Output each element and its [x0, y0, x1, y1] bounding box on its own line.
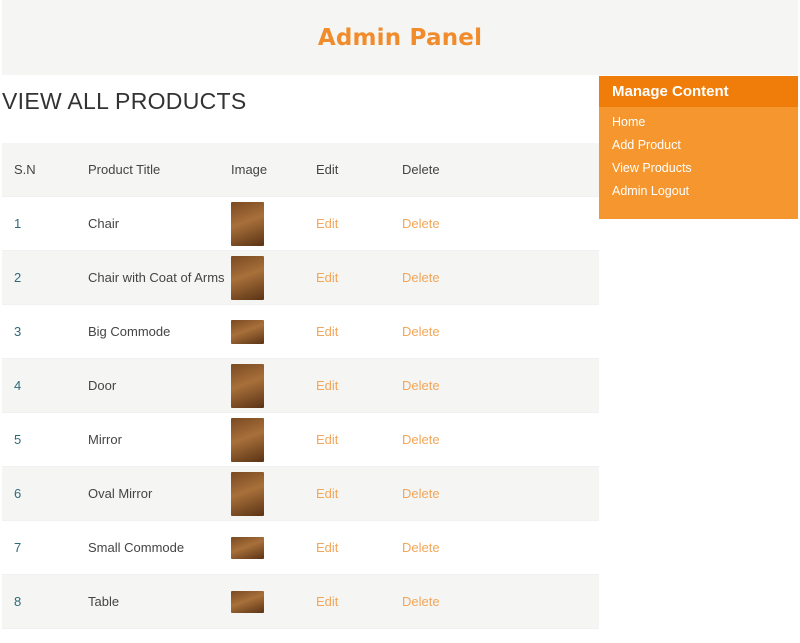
edit-link[interactable]: Edit	[316, 216, 402, 231]
edit-link[interactable]: Edit	[316, 594, 402, 609]
row-sn: 7	[14, 540, 22, 555]
table-row: 8 Table Edit Delete	[2, 575, 599, 629]
delete-link[interactable]: Delete	[402, 594, 522, 609]
row-title: Chair with Coat of Arms	[88, 270, 225, 285]
row-sn: 8	[14, 594, 22, 609]
column-header-sn: S.N	[14, 162, 36, 177]
column-header-image: Image	[231, 162, 268, 177]
row-title: Oval Mirror	[88, 486, 153, 501]
product-image	[231, 417, 264, 462]
edit-link[interactable]: Edit	[316, 378, 402, 393]
sidebar-menu: Home Add Product View Products Admin Log…	[599, 107, 798, 207]
section-heading: VIEW ALL PRODUCTS	[2, 88, 247, 114]
row-sn: 4	[14, 378, 22, 393]
edit-link[interactable]: Edit	[316, 324, 402, 339]
row-title: Table	[88, 594, 120, 609]
product-image	[231, 590, 264, 613]
table-header-row: S.N Product Title Image Edit Delete	[2, 143, 599, 197]
row-sn: 5	[14, 432, 22, 447]
edit-link[interactable]: Edit	[316, 432, 402, 447]
sidebar-item-admin-logout[interactable]: Admin Logout	[612, 184, 798, 207]
product-image	[231, 201, 264, 246]
delete-link[interactable]: Delete	[402, 216, 522, 231]
products-table: S.N Product Title Image Edit Delete 1 Ch…	[2, 143, 599, 629]
page-title: Admin Panel	[317, 24, 483, 51]
edit-link[interactable]: Edit	[316, 486, 402, 501]
table-row: 7 Small Commode Edit Delete	[2, 521, 599, 575]
delete-link[interactable]: Delete	[402, 270, 522, 285]
delete-link[interactable]: Delete	[402, 378, 522, 393]
edit-link[interactable]: Edit	[316, 540, 402, 555]
table-row: 1 Chair Edit Delete	[2, 197, 599, 251]
row-title: Door	[88, 378, 117, 393]
header: Admin Panel	[2, 0, 798, 75]
product-image	[231, 363, 264, 408]
table-row: 3 Big Commode Edit Delete	[2, 305, 599, 359]
table-row: 4 Door Edit Delete	[2, 359, 599, 413]
row-title: Big Commode	[88, 324, 171, 339]
sidebar-title: Manage Content	[599, 76, 798, 107]
column-header-title: Product Title	[88, 162, 161, 177]
row-sn: 3	[14, 324, 22, 339]
product-image	[231, 255, 264, 300]
row-sn: 6	[14, 486, 22, 501]
sidebar-item-add-product[interactable]: Add Product	[612, 138, 798, 161]
column-header-edit: Edit	[316, 162, 339, 177]
delete-link[interactable]: Delete	[402, 486, 522, 501]
product-image	[231, 471, 264, 516]
product-image	[231, 319, 264, 344]
product-image	[231, 536, 264, 559]
delete-link[interactable]: Delete	[402, 432, 522, 447]
row-sn: 1	[14, 216, 22, 231]
table-row: 6 Oval Mirror Edit Delete	[2, 467, 599, 521]
sidebar-item-view-products[interactable]: View Products	[612, 161, 798, 184]
delete-link[interactable]: Delete	[402, 540, 522, 555]
row-title: Mirror	[88, 432, 122, 447]
row-sn: 2	[14, 270, 22, 285]
column-header-delete: Delete	[402, 162, 440, 177]
delete-link[interactable]: Delete	[402, 324, 522, 339]
table-row: 5 Mirror Edit Delete	[2, 413, 599, 467]
row-title: Chair	[88, 216, 120, 231]
edit-link[interactable]: Edit	[316, 270, 402, 285]
table-row: 2 Chair with Coat of Arms Edit Delete	[2, 251, 599, 305]
sidebar: Manage Content Home Add Product View Pro…	[599, 76, 798, 219]
sidebar-item-home[interactable]: Home	[612, 115, 798, 138]
row-title: Small Commode	[88, 540, 185, 555]
